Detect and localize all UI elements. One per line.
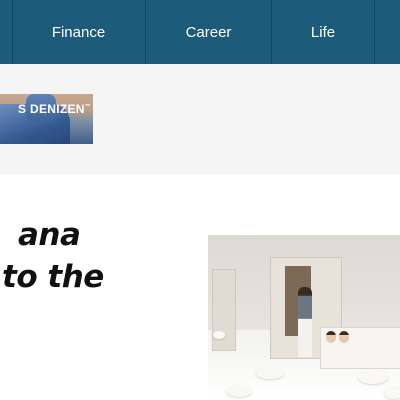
article-photo[interactable] <box>208 235 400 400</box>
photo-pillow <box>358 370 388 384</box>
denizen-ad[interactable]: S DENIZEN™ <box>0 94 93 144</box>
headline-line: ana <box>18 217 81 253</box>
photo-child <box>339 331 349 343</box>
article-headline[interactable]: ana to the <box>0 214 196 298</box>
nav-item-finance[interactable]: Finance <box>12 0 145 64</box>
nav-divider <box>374 0 375 64</box>
photo-pillow <box>226 385 252 397</box>
top-nav: Finance Career Life <box>0 0 400 64</box>
denizen-logo-icon: S <box>18 102 27 116</box>
ad-logo: S DENIZEN™ <box>18 100 91 118</box>
photo-pillow <box>256 367 284 379</box>
photo-child <box>326 331 336 343</box>
photo-person <box>298 287 312 357</box>
photo-pillow <box>213 331 225 339</box>
nav-item-life[interactable]: Life <box>272 0 374 64</box>
ad-brand-text: DENIZEN™ <box>30 102 92 116</box>
headline-line: to the <box>2 259 104 295</box>
nav-item-career[interactable]: Career <box>146 0 271 64</box>
photo-shelf <box>212 269 236 351</box>
photo-pillow <box>384 387 400 399</box>
